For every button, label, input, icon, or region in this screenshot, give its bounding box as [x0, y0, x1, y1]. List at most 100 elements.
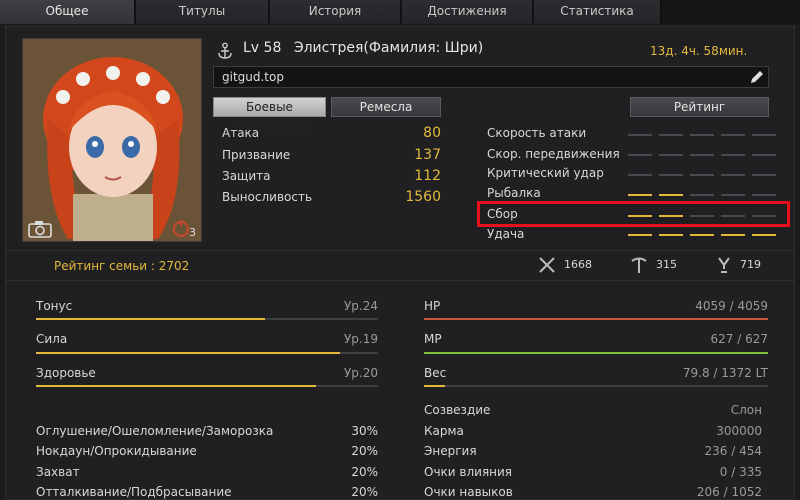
life-bars-fishing: [628, 194, 780, 196]
info-label-karma: Карма: [424, 424, 464, 438]
life-label-move-speed: Скор. передвижения: [487, 147, 620, 161]
personal-fill-health: [36, 385, 317, 387]
cc-label-knockback: Отталкивание/Подбрасывание: [36, 485, 232, 499]
info-label-energy: Энергия: [424, 444, 477, 458]
cc-value-grab: 20%: [351, 465, 378, 479]
combat-total: 1668: [564, 258, 592, 271]
stat-value-attack: 80: [423, 125, 441, 141]
pickaxe-icon: [630, 256, 648, 274]
tab-statistics[interactable]: Статистика: [534, 0, 662, 24]
character-family-name: Элистрея(Фамилия: Шри): [293, 40, 484, 56]
resource-value-weight: 79.8 / 1372 LT: [682, 366, 768, 380]
life-bar-segment: [690, 134, 714, 136]
tab-achievements[interactable]: Достижения: [402, 0, 534, 24]
resource-label-hp: HP: [424, 299, 441, 313]
skill-icon: [715, 256, 733, 274]
character-portrait-art: [23, 39, 201, 241]
life-bar-segment: [628, 194, 652, 196]
section-divider: [5, 250, 795, 251]
badge-icon: 3: [172, 218, 198, 240]
life-bar-segment: [752, 154, 776, 156]
life-bar-segment: [628, 174, 652, 176]
tab-bar-filler: [662, 0, 800, 24]
combat-stats-button[interactable]: Боевые характери..: [213, 97, 326, 132]
life-bar-segment: [659, 154, 683, 156]
stat-label-stamina: Выносливость: [222, 190, 313, 204]
life-bar-segment: [721, 174, 745, 176]
personal-label-energy: Тонус: [36, 299, 73, 313]
life-bar-segment: [690, 154, 714, 156]
life-bar-segment: [721, 194, 745, 196]
life-bar-segment: [659, 194, 683, 196]
resource-bar-mp: [424, 352, 768, 354]
life-bar-segment: [752, 134, 776, 136]
info-value-skill-points: 206 / 1052: [696, 485, 762, 499]
personal-label-health: Здоровье: [36, 366, 96, 380]
life-bar-segment: [721, 234, 745, 236]
life-bar-segment: [752, 174, 776, 176]
personal-fill-strength: [36, 352, 341, 354]
life-bar-segment: [628, 134, 652, 136]
tab-history[interactable]: История: [270, 0, 402, 24]
life-bar-segment: [628, 154, 652, 156]
rating-button[interactable]: Рейтинг: [630, 97, 769, 117]
stat-value-defense: 112: [414, 168, 441, 184]
cc-value-knockback: 20%: [351, 485, 378, 499]
personal-bar-health: [36, 385, 378, 387]
info-value-constellation: Слон: [730, 403, 762, 417]
resource-bar-hp: [424, 318, 768, 320]
crafts-button[interactable]: Ремесла: [331, 97, 441, 117]
life-bar-segment: [752, 194, 776, 196]
anchor-icon: [216, 42, 234, 60]
cc-value-knockdown: 20%: [351, 444, 378, 458]
personal-bar-energy: [36, 318, 378, 320]
life-bar-segment: [721, 154, 745, 156]
highlight-box: [477, 201, 790, 227]
life-bars-move-speed: [628, 154, 780, 156]
life-bar-segment: [628, 234, 652, 236]
info-label-skill-points: Очки навыков: [424, 485, 513, 499]
section-divider-2: [5, 280, 795, 281]
life-bar-segment: [690, 194, 714, 196]
life-label-crit: Критический удар: [487, 166, 604, 180]
life-bar-segment: [752, 234, 776, 236]
cc-value-stun: 30%: [351, 424, 378, 438]
life-total: 315: [656, 258, 677, 271]
character-name: Lv 58 Элистрея(Фамилия: Шри): [243, 40, 483, 56]
resource-fill-weight: [424, 385, 445, 387]
family-rating: Рейтинг семьи : 2702: [54, 259, 190, 273]
stat-value-stamina: 1560: [405, 189, 441, 205]
life-bar-segment: [721, 134, 745, 136]
tab-bar: Общее Титулы История Достижения Статисти…: [0, 0, 800, 24]
life-bars-luck: [628, 234, 780, 236]
personal-fill-energy: [36, 318, 266, 320]
info-label-influence: Очки влияния: [424, 465, 513, 479]
life-label-luck: Удача: [487, 227, 525, 241]
profile-message-field[interactable]: gitgud.top: [213, 66, 769, 88]
skill-total: 719: [740, 258, 761, 271]
camera-icon[interactable]: [28, 220, 52, 238]
life-bar-segment: [659, 234, 683, 236]
personal-bar-strength: [36, 352, 378, 354]
resource-value-hp: 4059 / 4059: [695, 299, 768, 313]
stat-label-attack: Атака: [222, 126, 260, 140]
resource-value-mp: 627 / 627: [710, 332, 768, 346]
personal-level-energy: Ур.24: [343, 299, 378, 313]
edit-pen-icon[interactable]: [748, 68, 766, 86]
personal-label-strength: Сила: [36, 332, 68, 346]
resource-bar-weight: [424, 385, 768, 387]
tab-titles[interactable]: Титулы: [136, 0, 270, 24]
character-portrait: [22, 38, 202, 242]
life-bars-crit: [628, 174, 780, 176]
tab-general[interactable]: Общее: [0, 0, 136, 24]
stat-label-defense: Защита: [222, 169, 271, 183]
life-bars-attack-speed: [628, 134, 780, 136]
life-bar-segment: [690, 234, 714, 236]
resource-label-weight: Вес: [424, 366, 447, 380]
info-value-karma: 300000: [716, 424, 762, 438]
info-value-energy: 236 / 454: [704, 444, 762, 458]
stat-label-summon: Призвание: [222, 148, 291, 162]
profile-message-text: gitgud.top: [222, 70, 284, 84]
resource-label-mp: MP: [424, 332, 442, 346]
resource-fill-mp: [424, 352, 768, 354]
